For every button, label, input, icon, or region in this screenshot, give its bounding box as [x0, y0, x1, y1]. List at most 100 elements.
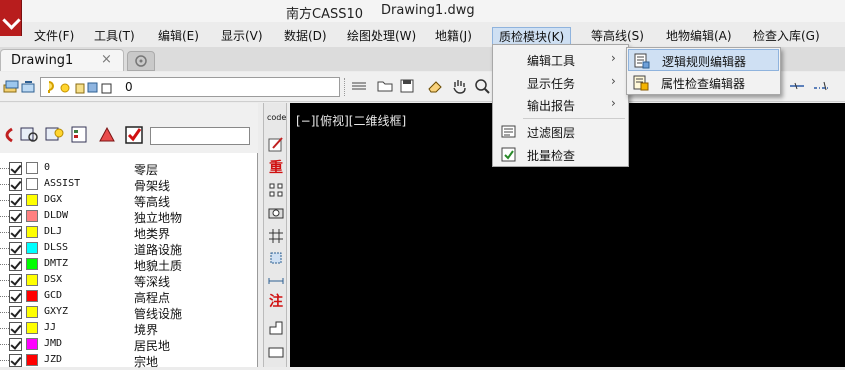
menu-batch-check[interactable]: 批量检查 [494, 143, 627, 166]
pan-hand-icon[interactable] [450, 77, 468, 95]
camera-icon[interactable] [267, 203, 285, 221]
menu-edit-tools[interactable]: 编辑工具 › [494, 48, 627, 71]
layer-visible-checkbox[interactable] [9, 290, 22, 303]
layer-row[interactable]: DGX 等高线 [0, 193, 258, 209]
edit-pen-icon[interactable] [267, 135, 285, 153]
layer-row[interactable]: JMD 居民地 [0, 337, 258, 353]
layer-row[interactable]: 0 零层 [0, 161, 258, 177]
layer-color-swatch[interactable] [26, 290, 38, 302]
line-tool-icon[interactable] [788, 77, 806, 95]
menu-show-task[interactable]: 显示任务 › [494, 71, 627, 94]
layer-row[interactable]: DLJ 地类界 [0, 225, 258, 241]
menu-draw-process[interactable]: 绘图处理(W) [341, 27, 422, 47]
layer-color-swatch[interactable] [26, 306, 38, 318]
layer-color-swatch[interactable] [26, 338, 38, 350]
layer-visible-checkbox[interactable] [9, 322, 22, 335]
menu-logic-rule-editor[interactable]: 逻辑规则编辑器 [628, 49, 779, 71]
layer-filter-input[interactable] [150, 127, 250, 145]
menu-tools[interactable]: 工具(T) [88, 27, 141, 47]
save-icon[interactable] [398, 77, 416, 95]
layer-visible-checkbox[interactable] [9, 258, 22, 271]
layer-row[interactable]: GCD 高程点 [0, 289, 258, 305]
layer-row[interactable]: ASSIST 骨架线 [0, 177, 258, 193]
quality-check-menu: 编辑工具 › 显示任务 › 输出报告 › 过滤图层 批量检查 [492, 44, 629, 167]
layer-row[interactable]: DSX 等深线 [0, 273, 258, 289]
menu-check-import[interactable]: 检查入库(G) [747, 27, 826, 47]
menu-file[interactable]: 文件(F) [28, 27, 80, 47]
layer-state-icon[interactable] [20, 77, 38, 95]
code-button[interactable]: code [267, 113, 286, 131]
layer-color-swatch[interactable] [26, 258, 38, 270]
layer-color-swatch[interactable] [26, 274, 38, 286]
parallel-lines-icon[interactable] [267, 227, 285, 245]
menu-view[interactable]: 显示(V) [215, 27, 269, 47]
layer-visible-checkbox[interactable] [9, 226, 22, 239]
layer-name: 0 [44, 162, 51, 173]
layer-visible-checkbox[interactable] [9, 338, 22, 351]
open-folder-icon[interactable] [376, 77, 394, 95]
layer-lamp-icon[interactable] [45, 125, 65, 145]
layer-color-swatch[interactable] [26, 162, 38, 174]
layer-visible-checkbox[interactable] [9, 194, 22, 207]
layer-row[interactable]: GXYZ 管线设施 [0, 305, 258, 321]
layer-color-swatch[interactable] [26, 226, 38, 238]
layer-visible-checkbox[interactable] [9, 242, 22, 255]
layer-check-icon[interactable] [124, 125, 144, 145]
layer-dropdown[interactable]: 0 [40, 77, 340, 97]
layer-description: 道路设施 [134, 243, 183, 257]
layer-name: JZD [44, 354, 63, 365]
viewport-label[interactable]: [−][俯视][二维线框] [296, 112, 406, 129]
layer-color-swatch[interactable] [26, 322, 38, 334]
tab-close-icon[interactable]: × [101, 52, 112, 67]
layer-search-icon[interactable] [20, 125, 40, 145]
layer-row[interactable]: DLSS 道路设施 [0, 241, 258, 257]
new-tab-button[interactable] [127, 51, 155, 71]
layer-visible-checkbox[interactable] [9, 162, 22, 175]
menu-filter-layer[interactable]: 过滤图层 [494, 120, 627, 143]
layer-color-swatch[interactable] [26, 178, 38, 190]
redo-zhong-button[interactable]: 重 [267, 159, 285, 177]
menu-cadastre[interactable]: 地籍(J) [429, 27, 478, 47]
layer-manager-icon[interactable] [2, 77, 20, 95]
menu-data[interactable]: 数据(D) [278, 27, 333, 47]
layer-visible-checkbox[interactable] [9, 354, 22, 367]
layer-name: DSX [44, 274, 63, 285]
tab-drawing1[interactable]: Drawing1 × [0, 49, 124, 71]
menu-attribute-check-editor[interactable]: 属性检查编辑器 [628, 72, 779, 94]
layer-color-swatch[interactable] [26, 242, 38, 254]
layer-visible-checkbox[interactable] [9, 274, 22, 287]
layer-row[interactable]: DLDW 独立地物 [0, 209, 258, 225]
toolbar-menu-icon[interactable] [350, 77, 368, 95]
layer-color-swatch[interactable] [26, 354, 38, 366]
layer-description: 居民地 [134, 339, 171, 353]
dim-line-icon[interactable] [812, 77, 830, 95]
eraser-icon[interactable] [426, 77, 444, 95]
rectangle-icon[interactable] [267, 343, 285, 361]
polyline-icon[interactable] [267, 319, 285, 337]
menu-feature-edit[interactable]: 地物编辑(A) [660, 27, 738, 47]
layer-visible-checkbox[interactable] [9, 306, 22, 319]
menu-separator [523, 118, 625, 119]
layer-visible-checkbox[interactable] [9, 210, 22, 223]
annotate-zhu-button[interactable]: 注 [267, 293, 285, 311]
zoom-icon[interactable] [473, 77, 491, 95]
menu-bar: 文件(F) 工具(T) 编辑(E) 显示(V) 数据(D) 绘图处理(W) 地籍… [22, 25, 845, 47]
menu-logic-rule-editor-label: 逻辑规则编辑器 [662, 55, 747, 69]
layer-tool-c-icon[interactable] [0, 125, 16, 145]
dimension-icon[interactable] [267, 271, 285, 289]
app-logo-icon[interactable] [0, 0, 22, 36]
menu-output-report[interactable]: 输出报告 › [494, 93, 627, 116]
grid-nodes-icon[interactable] [267, 181, 285, 199]
layer-row[interactable]: JJ 境界 [0, 321, 258, 337]
layer-list-icon[interactable] [70, 125, 90, 145]
layer-visible-checkbox[interactable] [9, 178, 22, 191]
title-bar: 南方CASS10 Drawing1.dwg [0, 0, 845, 22]
layer-row[interactable]: DMTZ 地貌土质 [0, 257, 258, 273]
layer-color-icon[interactable] [97, 125, 117, 145]
layer-color-swatch[interactable] [26, 210, 38, 222]
menu-attribute-check-editor-label: 属性检查编辑器 [661, 77, 746, 91]
measure-area-icon[interactable] [267, 249, 285, 267]
layer-color-swatch[interactable] [26, 194, 38, 206]
layer-name: DLJ [44, 226, 63, 237]
menu-edit[interactable]: 编辑(E) [152, 27, 205, 47]
